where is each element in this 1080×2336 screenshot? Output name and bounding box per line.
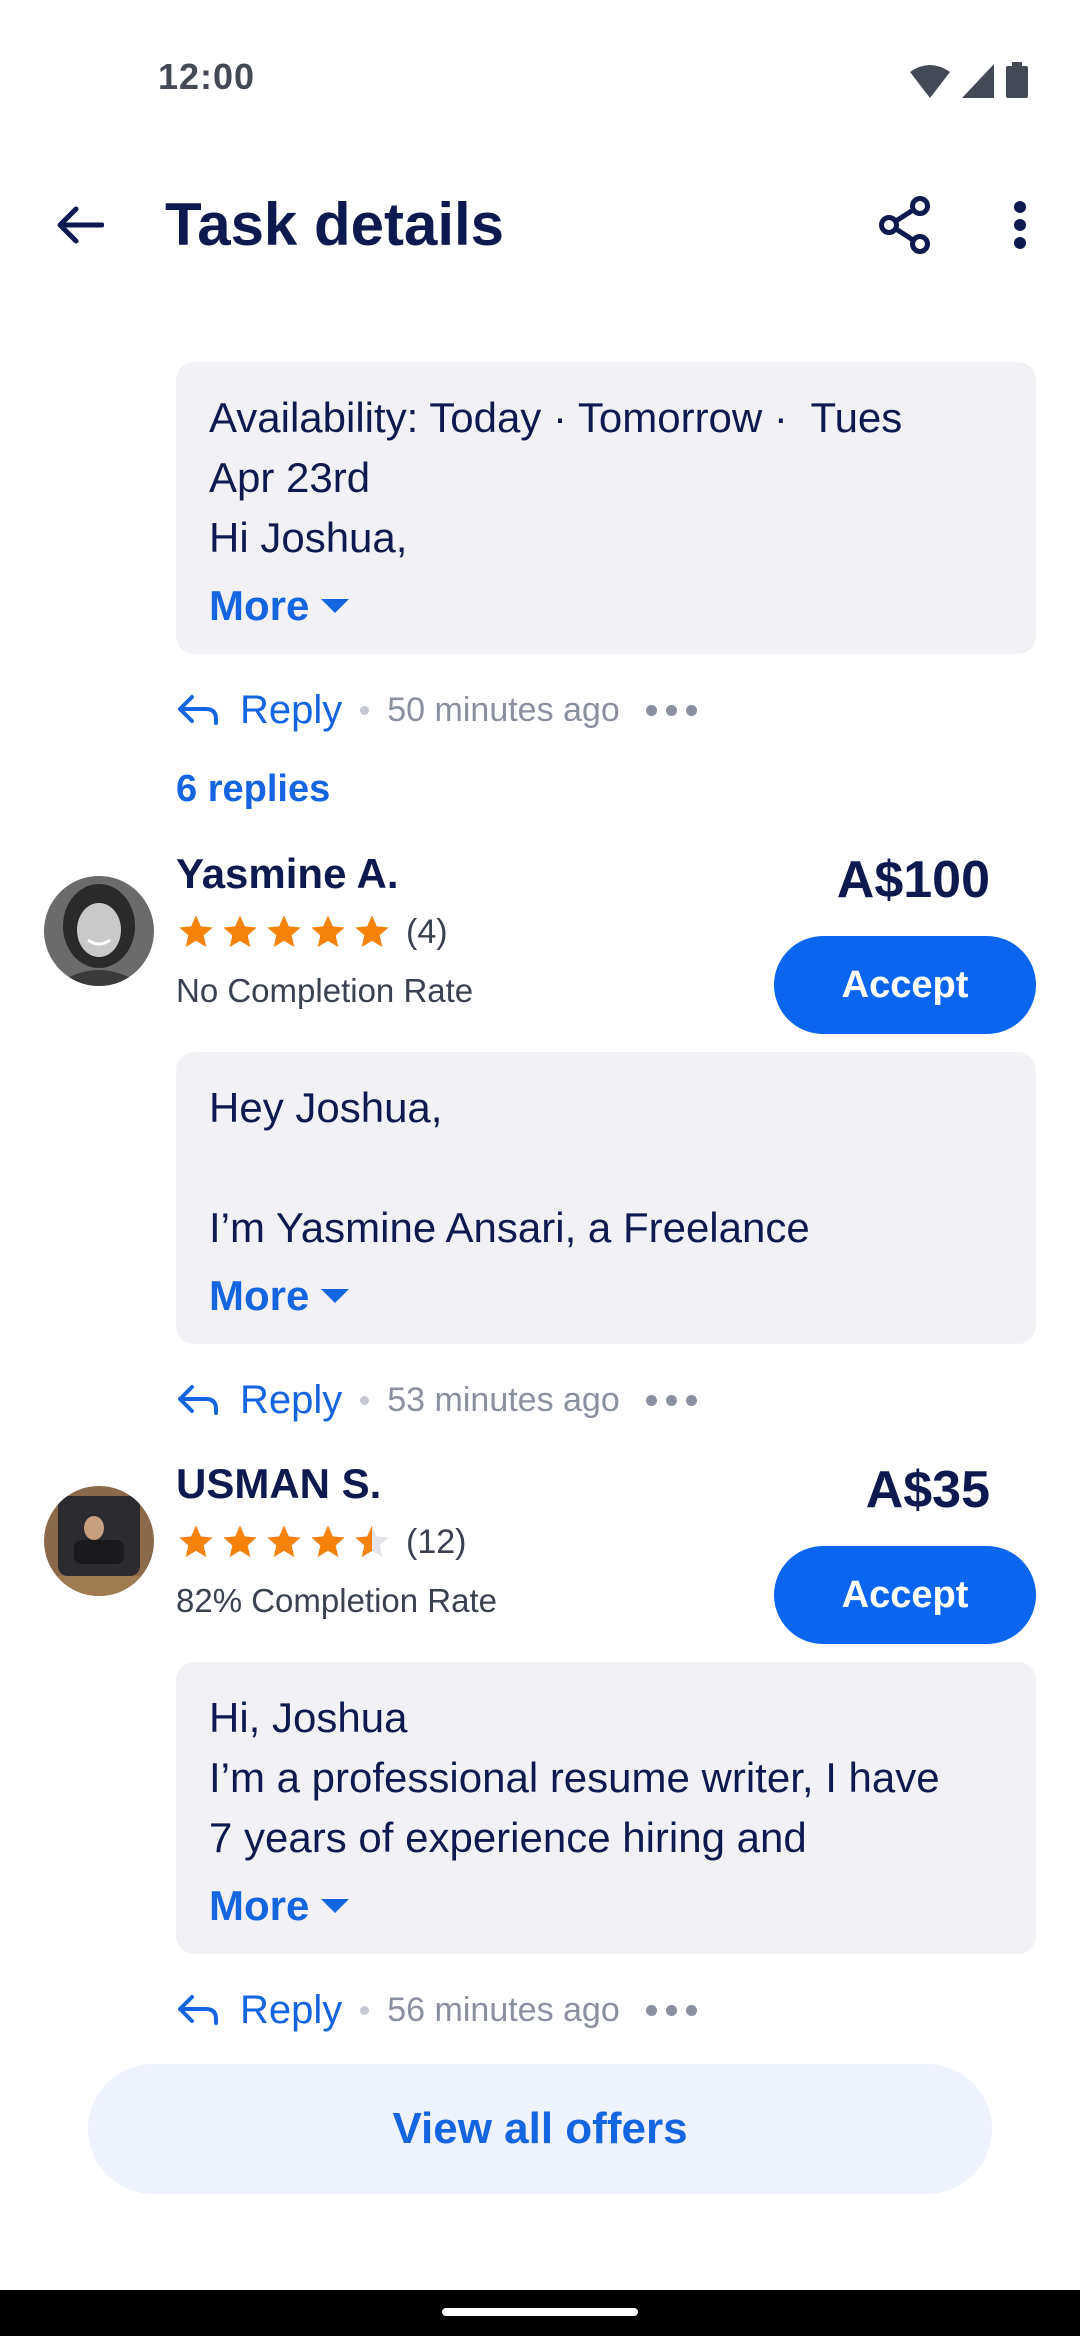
status-time: 12:00 xyxy=(158,56,256,97)
more-horizontal-icon[interactable] xyxy=(645,704,697,716)
app-bar: Task details xyxy=(0,170,1080,285)
star-rating: (4) xyxy=(176,912,448,952)
separator-dot xyxy=(360,2005,370,2015)
star-half-icon xyxy=(355,1525,389,1557)
message-bubble: Hi, Joshua I’m a professional resume wri… xyxy=(176,1662,1036,1954)
page-title: Task details xyxy=(165,191,505,258)
view-all-offers-button[interactable]: View all offers xyxy=(88,2064,992,2194)
message-bubble: Hey Joshua, I’m Yasmine Ansari, a Freela… xyxy=(176,1052,1036,1344)
timestamp: 56 minutes ago xyxy=(387,1990,620,2029)
offer-card: USMAN S. (12) 82% Completion Rate A$35 A… xyxy=(0,1460,1080,1660)
reply-icon[interactable] xyxy=(176,1987,222,2033)
more-options-button[interactable] xyxy=(985,192,1055,262)
accept-button[interactable]: Accept xyxy=(774,1546,1036,1644)
bottom-action-bar: View all offers xyxy=(0,2046,1080,2290)
tasker-name[interactable]: Yasmine A. xyxy=(176,850,399,898)
back-button[interactable] xyxy=(44,192,114,262)
status-bar: 12:00 xyxy=(0,0,1080,150)
offer-card: Yasmine A. (4) No Completion Rate A$100 … xyxy=(0,850,1080,1050)
accept-button[interactable]: Accept xyxy=(774,936,1036,1034)
message-bubble: Availability: Today · Tomorrow · Tues Ap… xyxy=(176,362,1036,654)
star-icon xyxy=(179,915,213,947)
more-label: More xyxy=(209,582,310,629)
star-icon xyxy=(223,915,257,947)
timestamp: 53 minutes ago xyxy=(387,1380,620,1419)
review-count: (4) xyxy=(406,912,448,951)
separator-dot xyxy=(360,1395,370,1405)
caret-down-icon xyxy=(321,1899,350,1913)
more-link[interactable]: More xyxy=(209,1266,1003,1326)
star-rating: (12) xyxy=(176,1522,466,1562)
reply-icon[interactable] xyxy=(176,1377,222,1423)
star-icon xyxy=(267,915,301,947)
home-indicator[interactable] xyxy=(442,2308,638,2316)
status-icons xyxy=(910,62,1028,103)
message-text: Availability: Today · Tomorrow · Tues Ap… xyxy=(209,394,903,561)
caret-down-icon xyxy=(321,1289,350,1303)
caret-down-icon xyxy=(321,599,350,613)
share-button[interactable] xyxy=(870,192,940,262)
star-icon xyxy=(311,1525,345,1557)
more-horizontal-icon[interactable] xyxy=(645,1394,697,1406)
separator-dot xyxy=(360,705,370,715)
offer-price: A$100 xyxy=(836,851,990,909)
reply-button[interactable]: Reply xyxy=(240,688,342,733)
reply-icon[interactable] xyxy=(176,687,222,733)
message-text: Hey Joshua, I’m Yasmine Ansari, a Freela… xyxy=(209,1084,810,1251)
more-label: More xyxy=(209,1272,310,1319)
more-link[interactable]: More xyxy=(209,1876,1003,1936)
star-icon xyxy=(179,1525,213,1557)
replies-link[interactable]: 6 replies xyxy=(176,768,330,811)
system-nav-bar xyxy=(0,2290,1080,2336)
more-vertical-icon xyxy=(1013,200,1027,254)
tasker-name[interactable]: USMAN S. xyxy=(176,1460,381,1508)
completion-rate: 82% Completion Rate xyxy=(176,1582,498,1619)
offer-price: A$35 xyxy=(865,1461,990,1519)
offers-scroll-area[interactable]: Availability: Today · Tomorrow · Tues Ap… xyxy=(0,290,1080,2046)
more-horizontal-icon[interactable] xyxy=(645,2004,697,2016)
avatar[interactable] xyxy=(44,876,154,986)
timestamp: 50 minutes ago xyxy=(387,690,620,729)
review-count: (12) xyxy=(406,1522,467,1561)
wifi-icon xyxy=(910,64,950,103)
share-icon xyxy=(878,195,932,259)
reply-row: Reply 56 minutes ago xyxy=(176,1980,697,2040)
back-arrow-icon xyxy=(54,205,105,250)
signal-icon xyxy=(962,64,994,103)
more-label: More xyxy=(209,1882,310,1929)
completion-rate: No Completion Rate xyxy=(176,972,474,1009)
battery-icon xyxy=(1006,62,1028,103)
reply-row: Reply 50 minutes ago xyxy=(176,680,697,740)
star-icon xyxy=(311,915,345,947)
reply-button[interactable]: Reply xyxy=(240,1378,342,1423)
message-text: Hi, Joshua I’m a professional resume wri… xyxy=(209,1694,940,1861)
more-link[interactable]: More xyxy=(209,576,1003,636)
reply-row: Reply 53 minutes ago xyxy=(176,1370,697,1430)
star-icon xyxy=(223,1525,257,1557)
reply-button[interactable]: Reply xyxy=(240,1988,342,2033)
star-icon xyxy=(355,915,389,947)
star-icon xyxy=(267,1525,301,1557)
avatar[interactable] xyxy=(44,1486,154,1596)
